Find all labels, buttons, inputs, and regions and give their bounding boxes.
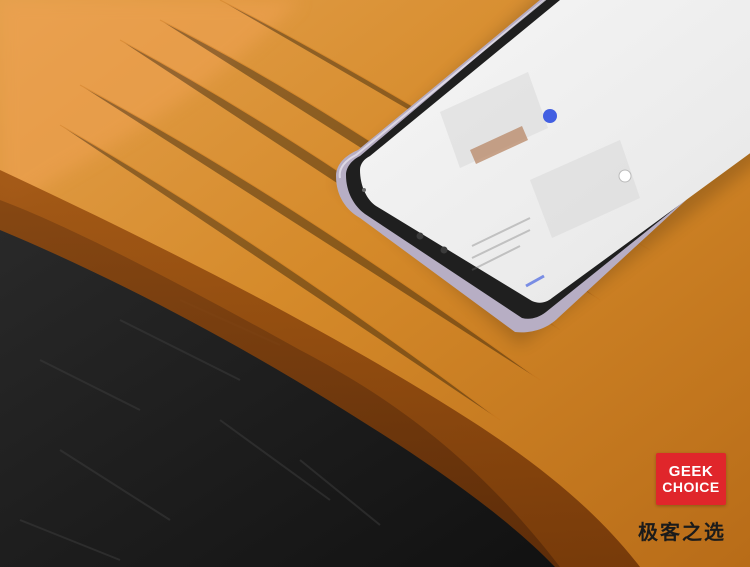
photo-scene	[0, 0, 750, 567]
watermark-caption: 极客之选	[638, 520, 726, 544]
logo-line-2: CHOICE	[662, 478, 720, 495]
logo-line-1: GEEK	[668, 462, 714, 480]
geek-choice-logo: GEEK CHOICE	[656, 453, 726, 505]
